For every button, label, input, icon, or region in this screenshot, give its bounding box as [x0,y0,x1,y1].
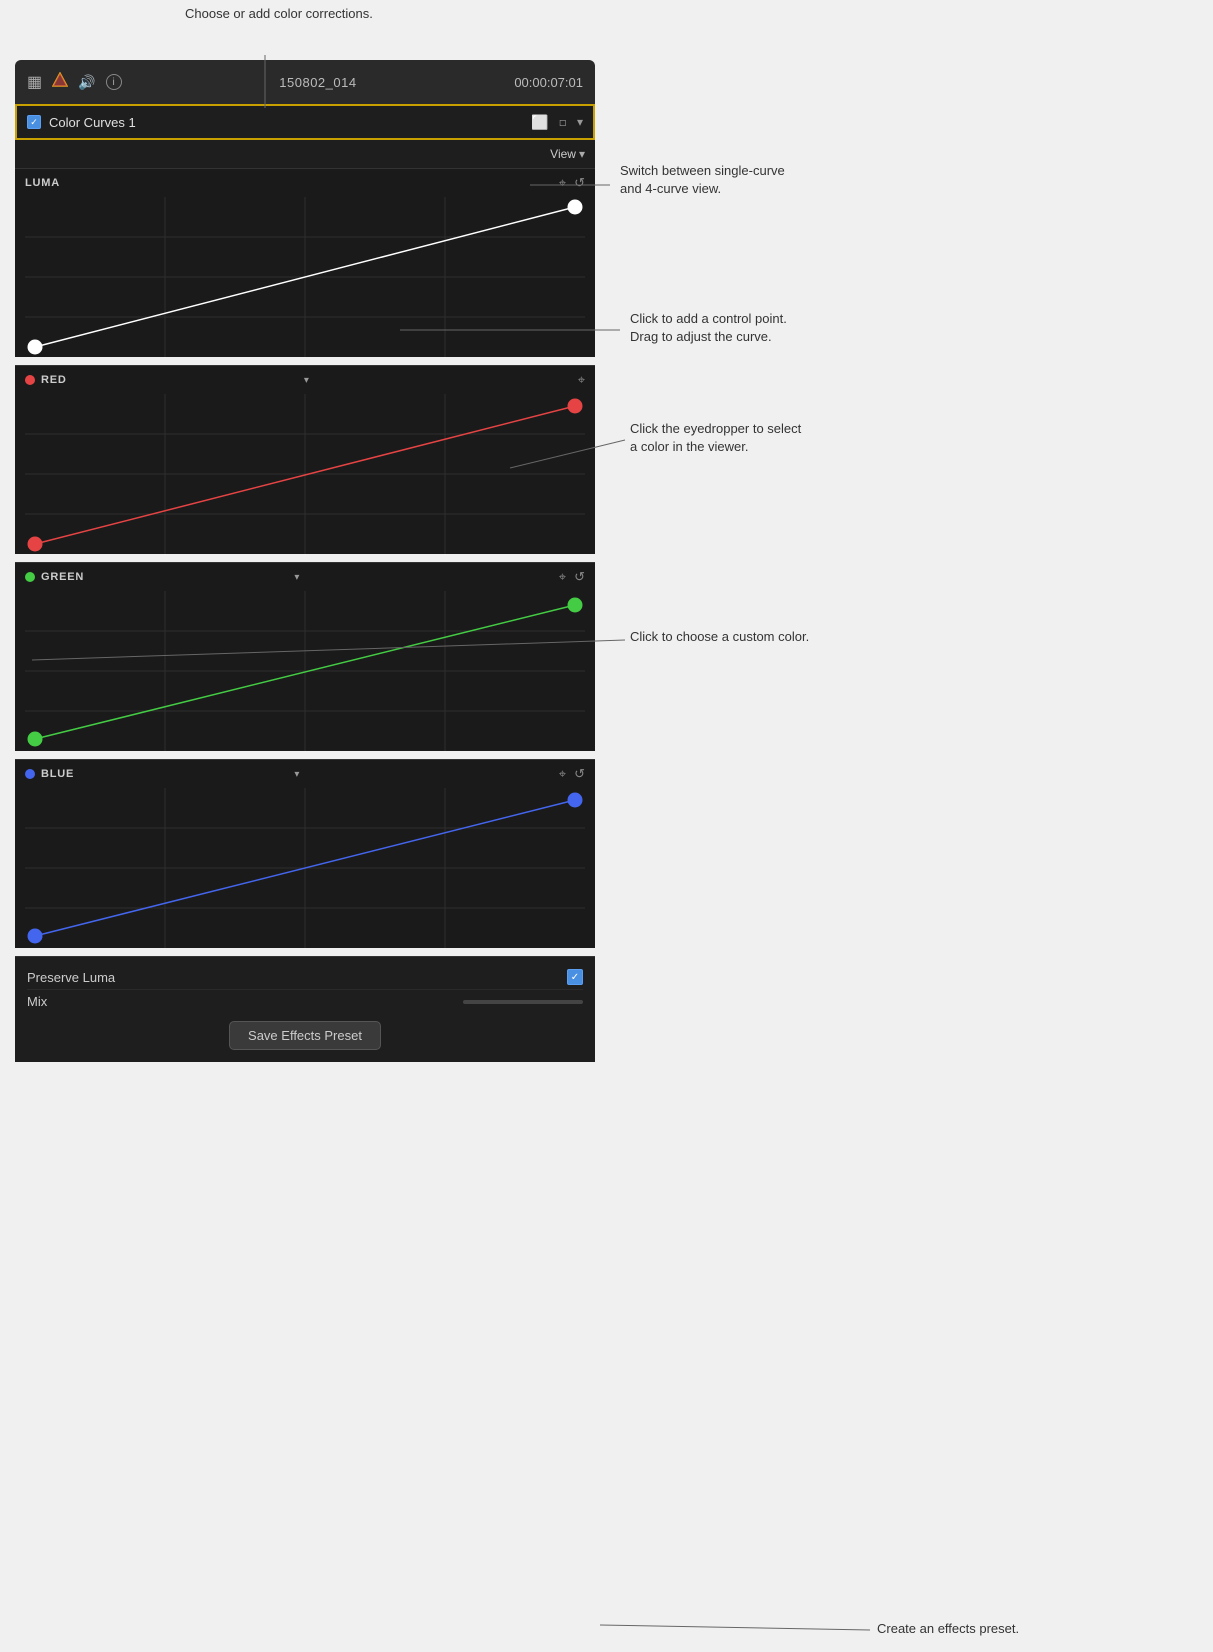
chevron-down-icon[interactable]: ▾ [577,115,583,129]
diamond-icon[interactable]: ◇ [555,114,570,129]
blue-label: BLUE [41,768,288,780]
red-label: RED [41,374,298,386]
luma-label: LUMA [25,177,553,189]
view-chevron-icon: ▾ [579,147,585,161]
effect-enable-checkbox[interactable]: ✓ [27,115,41,129]
green-eyedropper-icon[interactable]: ⌖ [559,569,566,585]
preserve-luma-row: Preserve Luma ✓ [27,965,583,989]
mix-slider[interactable] [463,1000,583,1004]
save-button-row: Save Effects Preset [27,1013,583,1054]
luma-curve-svg [25,197,585,357]
blue-curve-svg [25,788,585,948]
red-dropdown-chevron[interactable]: ▾ [304,375,309,386]
mask-icon[interactable]: ⬜ [531,114,548,131]
luma-eyedropper-icon[interactable]: ⌖ [559,175,566,191]
red-eyedropper-icon[interactable]: ⌖ [578,372,585,388]
view-label: View [550,147,576,161]
luma-curve-panel: LUMA ⌖ ↺ [15,168,595,357]
preserve-luma-checkbox[interactable]: ✓ [567,969,583,985]
save-effects-preset-button[interactable]: Save Effects Preset [229,1021,381,1050]
view-button[interactable]: View ▾ [550,147,585,161]
blue-curve-panel: BLUE ▾ ⌖ ↺ [15,759,595,948]
blue-undo-icon[interactable]: ↺ [574,766,585,782]
blue-curve-area[interactable] [25,788,585,948]
annotation-single-curve-view: Switch between single-curveand 4-curve v… [620,162,785,198]
luma-undo-icon[interactable]: ↺ [574,175,585,191]
blue-header-icons: ⌖ ↺ [559,766,585,782]
green-header: GREEN ▾ ⌖ ↺ [15,563,595,591]
effect-header-icons: ⬜ ◇ ▾ [531,114,583,131]
annotation-add-control-point: Click to add a control point.Drag to adj… [630,310,787,346]
annotation-eyedropper: Click the eyedropper to selecta color in… [630,420,801,456]
green-dropdown-chevron[interactable]: ▾ [294,572,299,583]
red-curve-area[interactable] [25,394,585,554]
top-bar: ▦ 🔊 i 150802_014 00:00:07:01 [15,60,595,104]
mix-row: Mix [27,989,583,1013]
luma-curve-area[interactable] [25,197,585,357]
luma-header: LUMA ⌖ ↺ [15,169,595,197]
green-dot [25,572,35,582]
view-row: View ▾ [15,140,595,168]
timecode: 00:00:07:01 [514,75,583,90]
red-dot [25,375,35,385]
green-curve-svg [25,591,585,751]
top-bar-icons: ▦ 🔊 i [27,72,122,92]
blue-header: BLUE ▾ ⌖ ↺ [15,760,595,788]
annotation-create-preset: Create an effects preset. [877,1620,1019,1638]
color-effect-icon[interactable] [52,72,68,92]
blue-eyedropper-icon[interactable]: ⌖ [559,766,566,782]
info-icon[interactable]: i [106,74,122,90]
mix-label: Mix [27,994,47,1009]
preserve-luma-label: Preserve Luma [27,970,115,985]
bottom-bar: Preserve Luma ✓ Mix Save Effects Preset [15,956,595,1062]
red-header: RED ▾ ⌖ [15,366,595,394]
green-label: GREEN [41,571,288,583]
green-curve-panel: GREEN ▾ ⌖ ↺ [15,562,595,751]
red-curve-svg [25,394,585,554]
main-panel: ▦ 🔊 i 150802_014 00:00:07:01 ✓ Color Cur… [15,60,595,1062]
green-undo-icon[interactable]: ↺ [574,569,585,585]
blue-dot [25,769,35,779]
annotation-custom-color: Click to choose a custom color. [630,628,809,646]
color-effect-selector[interactable]: ✓ Color Curves 1 ⬜ ◇ ▾ [15,104,595,140]
green-curve-area[interactable] [25,591,585,751]
audio-icon[interactable]: 🔊 [78,74,95,91]
clip-name: 150802_014 [279,75,356,90]
luma-header-icons: ⌖ ↺ [559,175,585,191]
annotation-choose-color: Choose or add color corrections. [185,5,373,23]
red-header-icons: ⌖ [578,372,585,388]
green-header-icons: ⌖ ↺ [559,569,585,585]
effect-name: Color Curves 1 [49,115,523,130]
film-icon[interactable]: ▦ [27,72,42,92]
blue-dropdown-chevron[interactable]: ▾ [294,769,299,780]
red-curve-panel: RED ▾ ⌖ [15,365,595,554]
